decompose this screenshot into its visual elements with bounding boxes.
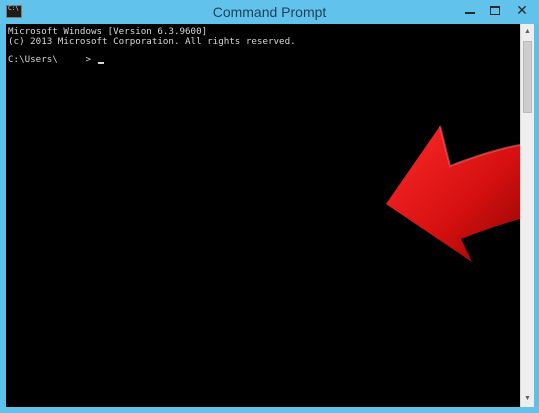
close-icon: ✕ [516, 2, 528, 18]
console-output[interactable]: Microsoft Windows [Version 6.3.9600] (c)… [6, 24, 520, 407]
maximize-icon [490, 6, 500, 15]
close-button[interactable]: ✕ [509, 0, 535, 24]
title-bar[interactable]: C:\ Command Prompt ✕ [0, 0, 539, 24]
window-bottom-border [0, 407, 539, 413]
maximize-button[interactable] [483, 0, 509, 24]
scroll-thumb[interactable] [523, 41, 532, 113]
red-arrow-icon [386, 125, 520, 262]
command-prompt-window: C:\ Command Prompt ✕ Microsoft Windows [… [0, 0, 539, 413]
minimize-icon [465, 12, 475, 14]
scroll-down-button[interactable]: ▼ [521, 391, 534, 407]
vertical-scrollbar[interactable]: ▲ ▼ [520, 24, 534, 407]
scroll-up-button[interactable]: ▲ [521, 24, 534, 40]
minimize-button[interactable] [457, 0, 483, 24]
